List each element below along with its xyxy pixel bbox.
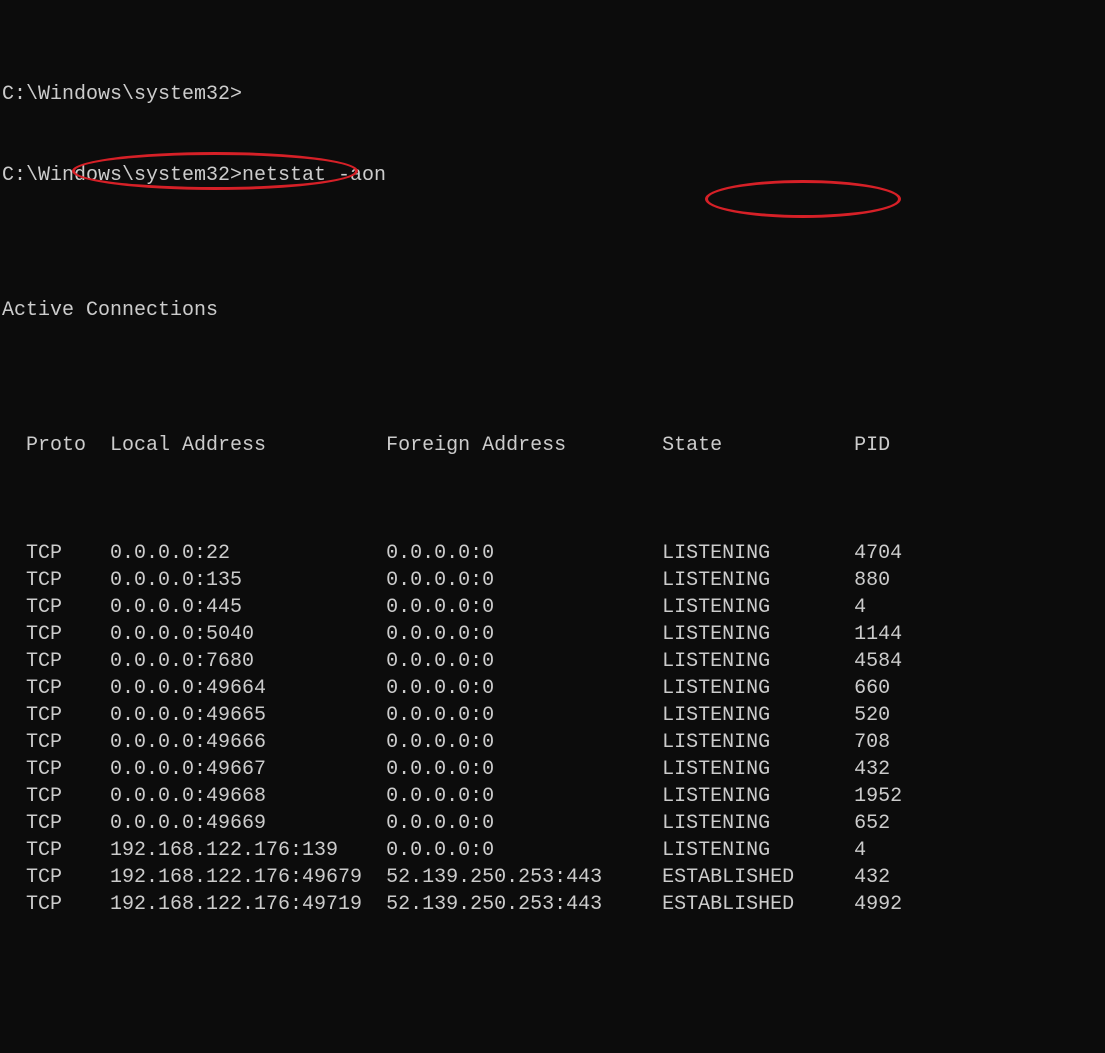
columns-header: Proto Local Address Foreign Address Stat… (0, 432, 1105, 459)
table-row: TCP 0.0.0.0:49665 0.0.0.0:0 LISTENING 52… (0, 702, 1105, 729)
table-row: TCP 0.0.0.0:7680 0.0.0.0:0 LISTENING 458… (0, 648, 1105, 675)
table-row: TCP 0.0.0.0:22 0.0.0.0:0 LISTENING 4704 (0, 540, 1105, 567)
table-row: TCP 0.0.0.0:5040 0.0.0.0:0 LISTENING 114… (0, 621, 1105, 648)
prompt-line-empty: C:\Windows\system32> (0, 81, 1105, 108)
table-row: TCP 0.0.0.0:49669 0.0.0.0:0 LISTENING 65… (0, 810, 1105, 837)
prompt-line-command: C:\Windows\system32>netstat -aon (0, 162, 1105, 189)
table-row: TCP 192.168.122.176:49719 52.139.250.253… (0, 891, 1105, 918)
table-row: TCP 192.168.122.176:49679 52.139.250.253… (0, 864, 1105, 891)
table-row: TCP 0.0.0.0:135 0.0.0.0:0 LISTENING 880 (0, 567, 1105, 594)
table-row: TCP 0.0.0.0:49668 0.0.0.0:0 LISTENING 19… (0, 783, 1105, 810)
table-row: TCP 0.0.0.0:49667 0.0.0.0:0 LISTENING 43… (0, 756, 1105, 783)
table-row: TCP 192.168.122.176:139 0.0.0.0:0 LISTEN… (0, 837, 1105, 864)
terminal-window[interactable]: C:\Windows\system32> C:\Windows\system32… (0, 0, 1105, 1053)
table-row: TCP 0.0.0.0:49664 0.0.0.0:0 LISTENING 66… (0, 675, 1105, 702)
table-row: TCP 0.0.0.0:49666 0.0.0.0:0 LISTENING 70… (0, 729, 1105, 756)
section-header: Active Connections (0, 297, 1105, 324)
